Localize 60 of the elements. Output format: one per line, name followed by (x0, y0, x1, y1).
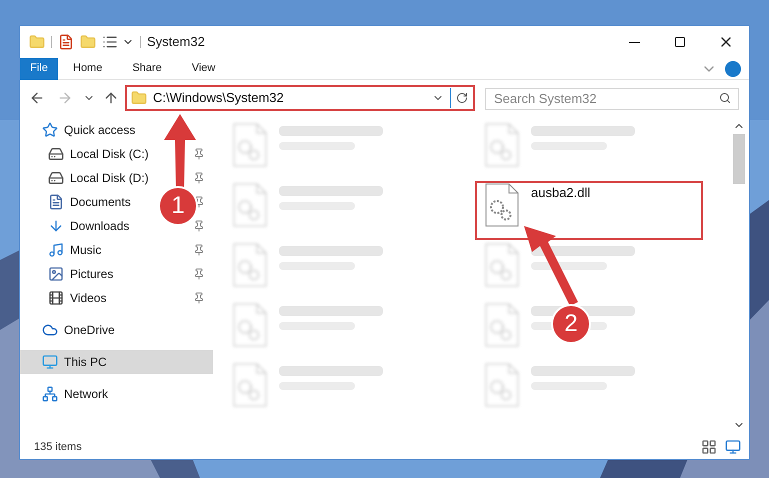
folder-icon (131, 90, 147, 106)
sidebar-item[interactable]: OneDrive (20, 318, 213, 342)
pc-icon (42, 354, 58, 370)
properties-icon[interactable] (58, 34, 74, 50)
file-icon (233, 183, 267, 227)
file-icon (233, 363, 267, 407)
pin-icon[interactable] (193, 292, 205, 304)
drive-icon (48, 170, 64, 186)
sidebar-item[interactable]: Downloads (20, 214, 155, 238)
sidebar-item[interactable]: Local Disk (D:) (20, 166, 155, 190)
sidebar-item[interactable]: This PC (20, 350, 213, 374)
refresh-icon[interactable] (456, 92, 468, 104)
item-count: 135 items (34, 440, 83, 455)
pin-icon[interactable] (193, 244, 205, 256)
pin-icon[interactable] (193, 196, 205, 208)
sidebar-item[interactable]: Documents (20, 190, 155, 214)
file-name: ausba2.dll (531, 184, 590, 202)
large-icons-view-icon[interactable] (725, 439, 741, 455)
window-title: System32 (147, 33, 206, 52)
cloud-icon (42, 322, 58, 338)
list-icon[interactable] (102, 34, 118, 50)
ribbon-tab[interactable]: Share (117, 58, 177, 80)
download-icon (48, 218, 64, 234)
ribbon-tab[interactable]: View (176, 58, 230, 80)
file-icon (485, 363, 519, 407)
file-icon (233, 123, 267, 167)
help-icon[interactable] (725, 60, 741, 76)
file-icon (485, 123, 519, 167)
sidebar-item[interactable]: Quick access (20, 118, 213, 142)
search-field[interactable]: Search System32 (485, 88, 739, 110)
ribbon-tab[interactable]: Home (58, 58, 118, 80)
document-icon (48, 194, 64, 210)
music-icon (48, 242, 64, 258)
sidebar-item[interactable]: Local Disk (C:) (20, 142, 155, 166)
sidebar-item[interactable]: Music (20, 238, 155, 262)
file-icon (233, 243, 267, 287)
sidebar-item[interactable]: Videos (20, 286, 155, 310)
file-icon (485, 303, 519, 347)
ribbon-tab[interactable]: File (20, 58, 58, 80)
scrollbar-thumb[interactable] (733, 134, 745, 184)
network-icon (42, 386, 58, 402)
file-icon (485, 243, 519, 287)
address-field[interactable]: C:\Windows\System32 (125, 85, 475, 111)
pin-icon[interactable] (193, 172, 205, 184)
search-icon (719, 92, 731, 104)
file-icon (233, 303, 267, 347)
sidebar-item[interactable]: Pictures (20, 262, 155, 286)
pictures-icon (48, 266, 64, 282)
details-view-icon[interactable] (701, 439, 717, 455)
back-icon[interactable] (29, 90, 45, 106)
pin-icon[interactable] (193, 220, 205, 232)
up-icon[interactable] (103, 90, 119, 106)
videos-icon (48, 290, 64, 306)
star-icon (42, 122, 58, 138)
pin-icon[interactable] (193, 268, 205, 280)
maximize-icon (674, 36, 686, 48)
file-icon (485, 183, 519, 227)
drive-icon (48, 146, 64, 162)
sidebar-item[interactable]: Network (20, 382, 213, 406)
pin-icon[interactable] (193, 148, 205, 160)
